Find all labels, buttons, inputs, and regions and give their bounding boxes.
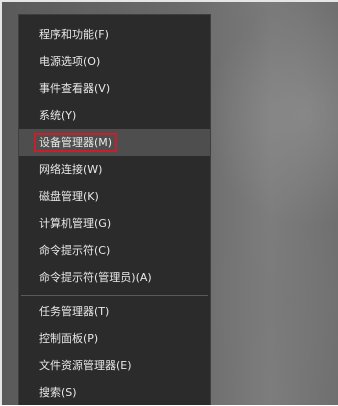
menu-item-label: 程序和功能(F) (39, 28, 109, 41)
menu-item-label: 命令提示符(管理员)(A) (39, 271, 152, 284)
menu-item-label: 计算机管理(G) (39, 217, 112, 230)
menu-item-programs-and-features[interactable]: 程序和功能(F) (19, 21, 210, 48)
menu-item-label: 电源选项(O) (39, 55, 101, 68)
menu-item-system[interactable]: 系统(Y) (19, 102, 210, 129)
menu-item-network-connections[interactable]: 网络连接(W) (19, 156, 210, 183)
menu-item-file-explorer[interactable]: 文件资源管理器(E) (19, 352, 210, 379)
menu-item-label: 磁盘管理(K) (39, 190, 99, 203)
highlight-annotation-box (34, 133, 117, 152)
menu-item-computer-management[interactable]: 计算机管理(G) (19, 210, 210, 237)
winx-context-menu: 程序和功能(F) 电源选项(O) 事件查看器(V) 系统(Y) 设备管理器(M)… (18, 14, 211, 405)
menu-item-power-options[interactable]: 电源选项(O) (19, 48, 210, 75)
menu-item-label: 命令提示符(C) (39, 244, 111, 257)
menu-item-task-manager[interactable]: 任务管理器(T) (19, 298, 210, 325)
menu-item-search[interactable]: 搜索(S) (19, 379, 210, 406)
menu-item-label: 文件资源管理器(E) (39, 359, 132, 372)
menu-item-label: 搜索(S) (39, 386, 77, 399)
menu-item-event-viewer[interactable]: 事件查看器(V) (19, 75, 210, 102)
menu-item-label: 网络连接(W) (39, 163, 103, 176)
menu-divider (21, 295, 208, 296)
menu-item-disk-management[interactable]: 磁盘管理(K) (19, 183, 210, 210)
menu-item-device-manager[interactable]: 设备管理器(M) (19, 129, 210, 156)
menu-item-label: 系统(Y) (39, 109, 77, 122)
menu-item-control-panel[interactable]: 控制面板(P) (19, 325, 210, 352)
menu-item-label: 事件查看器(V) (39, 82, 111, 95)
menu-item-label: 控制面板(P) (39, 332, 99, 345)
menu-item-label: 任务管理器(T) (39, 305, 110, 318)
menu-item-command-prompt[interactable]: 命令提示符(C) (19, 237, 210, 264)
menu-item-command-prompt-admin[interactable]: 命令提示符(管理员)(A) (19, 264, 210, 291)
